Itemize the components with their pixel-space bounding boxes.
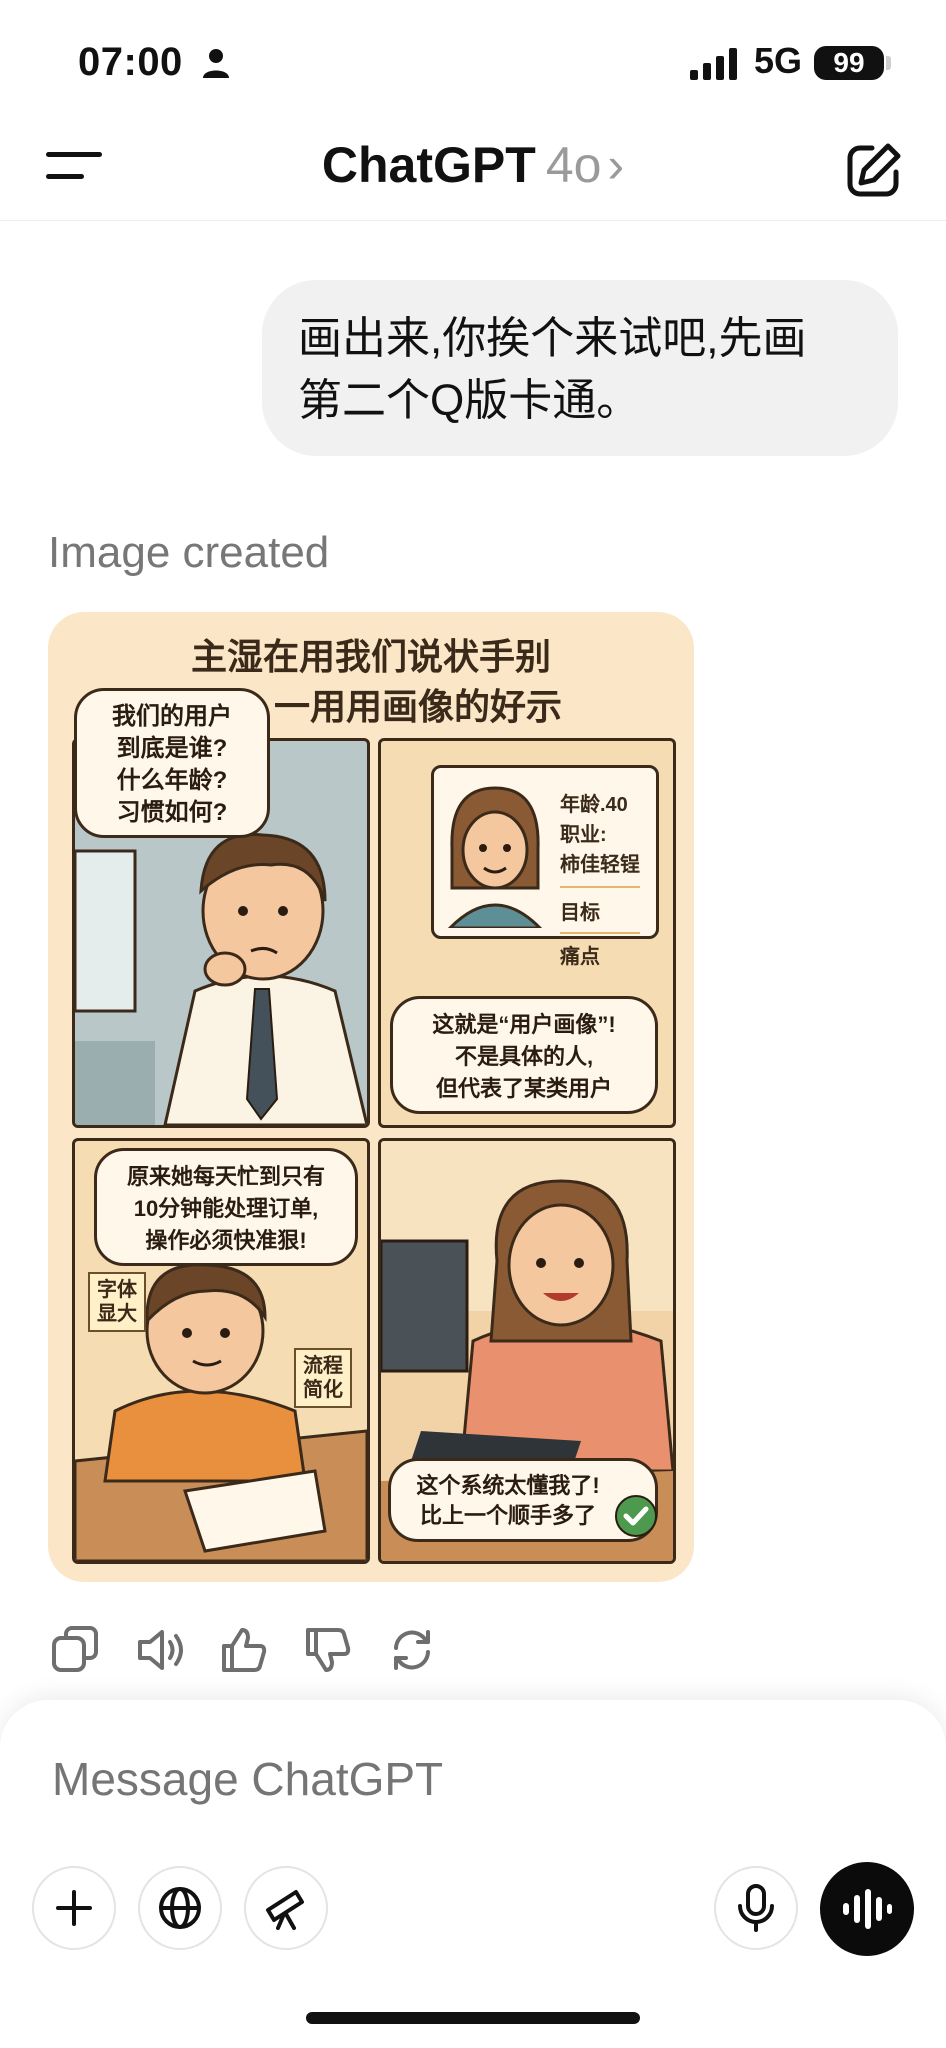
microphone-icon [738,1884,774,1932]
panel-3-speech-bubble: 原来她每天忙到只有 10分钟能处理订单, 操作必须快准狠! [94,1148,358,1266]
image-created-label: Image created [48,528,330,577]
thumbs-down-icon[interactable] [300,1622,356,1678]
user-message-line: 第二个Q版卡通。 [298,376,641,425]
message-input[interactable] [52,1752,752,1806]
generated-comic-image[interactable]: 主湿在用我们说状手别 一用用画像的好示 我们的用户 到底是谁? 什么年龄? 习惯… [48,612,694,1582]
telescope-icon [266,1890,304,1930]
deep-research-button[interactable] [244,1866,328,1950]
new-chat-icon[interactable] [842,138,906,202]
bubble-text: 习惯如何? [116,799,228,826]
copy-icon[interactable] [48,1622,104,1678]
regenerate-icon[interactable] [384,1622,440,1678]
network-type: 5G [754,40,803,81]
note-text: 简化 [303,1379,343,1401]
composer-panel [0,1700,946,2048]
battery-indicator: 99 [814,46,884,80]
persona-goal: 目标 [560,902,600,924]
status-time: 07:00 [78,40,183,84]
woman-portrait-illustration [447,786,543,928]
user-message-line: 画出来,你挨个来试吧,先画 [298,314,807,363]
panel-1-speech-bubble: 我们的用户 到底是谁? 什么年龄? 习惯如何? [74,688,270,838]
bubble-text: 不是具体的人, [454,1044,594,1069]
sticky-note-flow: 流程 简化 [294,1348,352,1408]
persona-job-value: 柿佳轻锃 [560,854,640,876]
persona-age: 年龄.40 [560,794,628,816]
bubble-text: 比上一个顺手多了 [419,1503,596,1528]
globe-icon [159,1887,201,1929]
card-divider [560,932,640,942]
app-title: ChatGPT [321,137,536,193]
attach-button[interactable] [32,1866,116,1950]
user-message-bubble: 画出来,你挨个来试吧,先画 第二个Q版卡通。 [262,280,898,456]
note-text: 流程 [303,1355,343,1377]
note-text: 显大 [97,1303,137,1325]
bubble-text: 操作必须快准狠! [145,1228,307,1253]
chevron-right-icon: › [607,137,625,193]
speaker-icon[interactable] [132,1622,188,1678]
sticky-note-font: 字体 显大 [88,1272,146,1332]
person-icon [203,49,229,78]
bubble-text: 原来她每天忙到只有 [126,1164,325,1189]
bubble-text: 我们的用户 [112,703,232,730]
home-indicator [306,2012,640,2024]
bubble-text: 到底是谁? [116,735,228,762]
header-divider [0,220,946,221]
battery-tip [886,56,891,70]
checkmark-icon [615,1495,657,1537]
persona-card: 年龄.40 职业: 柿佳轻锃 目标 痛点 [431,765,659,968]
persona-pain-points: 痛点 [560,946,600,968]
panel-2-speech-bubble: 这就是“用户画像”! 不是具体的人, 但代表了某类用户 [390,996,658,1114]
model-selector[interactable]: ChatGPT 4o › [0,136,946,194]
card-divider [560,886,640,898]
thumbs-up-icon[interactable] [216,1622,272,1678]
persona-job-label: 职业: [560,824,607,846]
bubble-text: 10分钟能处理订单, [133,1196,319,1221]
model-name: 4o [545,137,602,193]
voice-mode-icon [843,1889,892,1929]
bubble-text: 什么年龄? [116,767,228,794]
dictation-button[interactable] [714,1866,798,1950]
note-text: 字体 [97,1279,137,1301]
web-search-button[interactable] [138,1866,222,1950]
bubble-text: 这个系统太懂我了! [416,1473,600,1498]
bubble-text: 这就是“用户画像”! [432,1012,616,1037]
comic-title-line-1: 主湿在用我们说状手别 [190,636,551,677]
bubble-text: 但代表了某类用户 [435,1076,612,1101]
plus-icon [56,1890,92,1926]
voice-mode-button[interactable] [820,1862,914,1956]
signal-icon [690,48,737,80]
